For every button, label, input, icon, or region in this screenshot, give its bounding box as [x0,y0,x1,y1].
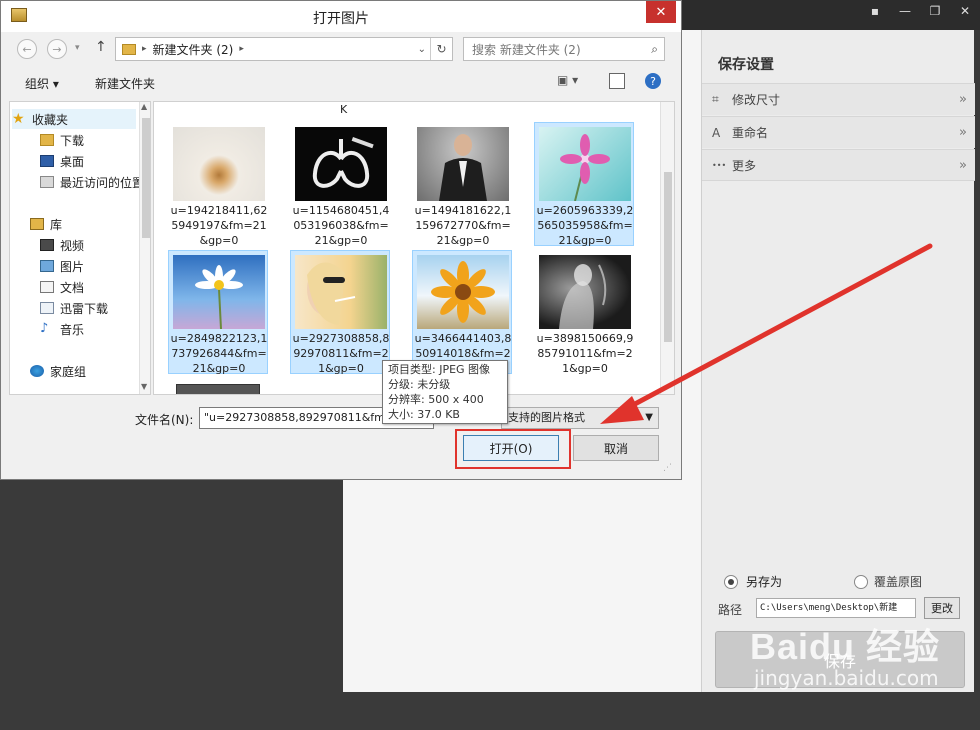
watermark-brand: Baidu 经验 [750,626,941,667]
watermark-url: jingyan.baidu.com [754,666,939,690]
baidu-watermark: Baidu 经验 jingyan.baidu.com [750,618,940,690]
